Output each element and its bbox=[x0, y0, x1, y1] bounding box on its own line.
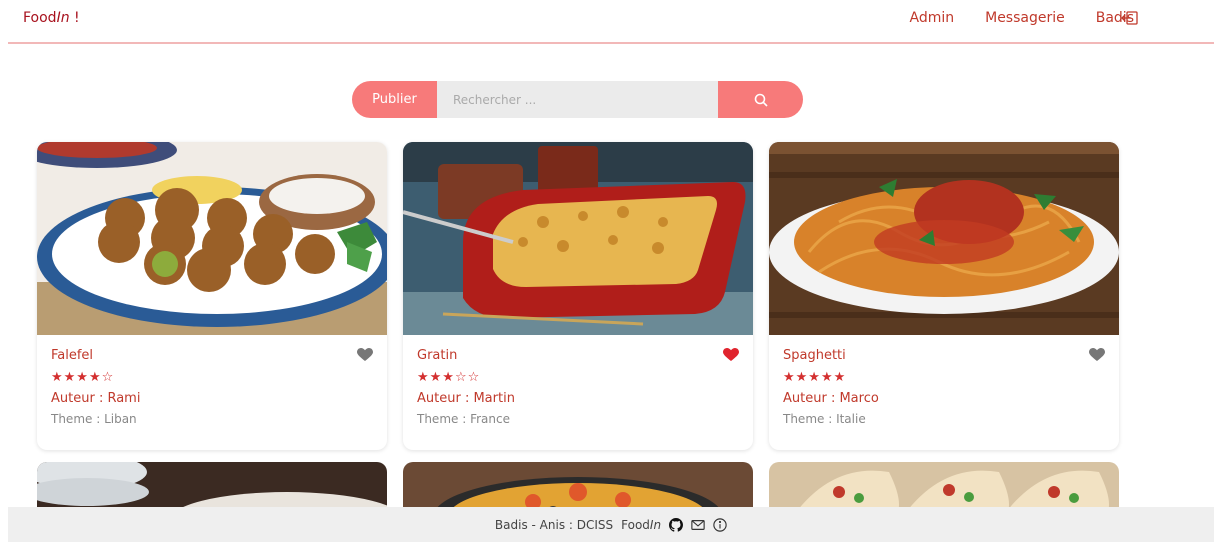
recipe-author: Auteur : Marco bbox=[783, 391, 879, 406]
recipe-card[interactable]: Falefel ★★★★☆ Auteur : Rami Theme : Liba… bbox=[37, 142, 387, 450]
heart-icon[interactable] bbox=[1089, 348, 1105, 362]
heart-icon[interactable] bbox=[357, 348, 373, 362]
page-footer: Badis - Anis : DCISS FoodIn bbox=[8, 507, 1214, 542]
search-button[interactable] bbox=[718, 81, 803, 118]
mail-icon[interactable] bbox=[691, 518, 705, 532]
info-icon[interactable] bbox=[713, 517, 727, 532]
publish-button[interactable]: Publier bbox=[352, 81, 437, 118]
recipe-theme: Theme : Liban bbox=[51, 412, 137, 426]
recipe-card[interactable]: Gratin ★★★☆☆ Auteur : Martin Theme : Fra… bbox=[403, 142, 753, 450]
recipe-image-falafel[interactable] bbox=[37, 142, 387, 335]
brand-logo[interactable]: FoodIn ! bbox=[23, 10, 80, 26]
search-input[interactable] bbox=[437, 81, 718, 118]
brand-text: Food bbox=[23, 10, 57, 26]
recipe-image-spaghetti[interactable] bbox=[769, 142, 1119, 335]
brand-suffix: ! bbox=[69, 10, 80, 26]
recipe-theme: Theme : France bbox=[417, 412, 510, 426]
nav-links: Admin Messagerie Badis bbox=[909, 10, 1134, 26]
recipe-author: Auteur : Martin bbox=[417, 391, 515, 406]
nav-link-messagerie[interactable]: Messagerie bbox=[985, 10, 1065, 26]
footer-brand: FoodIn bbox=[621, 517, 662, 532]
recipe-image-gratin[interactable] bbox=[403, 142, 753, 335]
recipe-author: Auteur : Rami bbox=[51, 391, 141, 406]
rating-stars: ★★★★☆ bbox=[51, 370, 115, 385]
nav-link-admin[interactable]: Admin bbox=[909, 10, 954, 26]
heart-icon[interactable] bbox=[723, 348, 739, 362]
recipe-theme: Theme : Italie bbox=[783, 412, 866, 426]
search-icon bbox=[754, 93, 768, 107]
footer-credits: Badis - Anis : DCISS bbox=[494, 517, 614, 532]
github-icon[interactable] bbox=[669, 517, 684, 532]
recipe-title[interactable]: Gratin bbox=[417, 347, 739, 365]
recipe-title[interactable]: Spaghetti bbox=[783, 347, 1105, 365]
top-navbar: FoodIn ! Admin Messagerie Badis bbox=[8, 0, 1214, 44]
recipe-card[interactable]: Spaghetti ★★★★★ Auteur : Marco Theme : I… bbox=[769, 142, 1119, 450]
logout-icon[interactable] bbox=[1121, 9, 1139, 27]
brand-italic: In bbox=[56, 10, 70, 26]
recipe-title[interactable]: Falefel bbox=[51, 347, 373, 365]
rating-stars: ★★★★★ bbox=[783, 370, 847, 385]
search-bar: Publier bbox=[352, 81, 803, 118]
rating-stars: ★★★☆☆ bbox=[417, 370, 481, 385]
